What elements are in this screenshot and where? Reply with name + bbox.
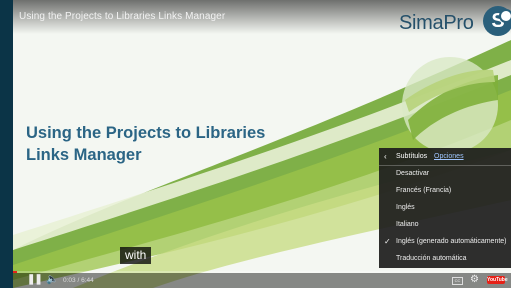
youtube-logo-button[interactable]: YouTube [487,276,508,284]
caption-text: with [120,247,152,264]
subtitle-option-label: Italiano [396,221,419,228]
subtitles-icon[interactable]: CC [452,277,463,285]
video-player-frame: Using the Projects to Libraries Links Ma… [0,0,511,288]
subtitle-option[interactable]: Traducción automática [379,251,511,267]
subtitle-option[interactable]: Francés (Francia) [379,183,511,199]
subtitle-option-label: Traducción automática [396,255,467,262]
subtitles-menu: ‹ Subtítulos Opciones Desactivar Francés… [379,148,511,268]
subtitles-menu-title[interactable]: Subtítulos [396,153,427,160]
slide-title-line-2: Links Manager [26,146,142,164]
time-display: 0:03 / 6:44 [63,277,94,284]
logo-gear-icon [499,9,511,23]
subtitle-option[interactable]: Desactivar [379,166,511,182]
subtitle-option-label: Inglés [396,204,415,211]
chevron-left-icon[interactable]: ‹ [384,152,387,161]
slide-title: Using the Projects to Libraries Links Ma… [26,122,316,166]
gear-icon[interactable]: ⚙ [470,274,479,285]
simapro-logo-text: SimaPro [399,12,474,34]
subtitle-option-selected[interactable]: ✓ Inglés (generado automáticamente) [379,234,511,250]
subtitle-option-label: Inglés (generado automáticamente) [396,238,507,245]
video-title[interactable]: Using the Projects to Libraries Links Ma… [19,11,225,22]
subtitles-options-link[interactable]: Opciones [434,153,464,160]
subtitle-option-label: Desactivar [396,170,430,177]
subtitle-option[interactable]: Inglés [379,200,511,216]
subtitle-option[interactable]: Italiano [379,217,511,233]
check-icon: ✓ [384,237,391,246]
pause-icon[interactable]: ❚❚ [27,274,43,285]
player-controls: ❚❚ 🔈 0:03 / 6:44 CC ⚙ YouTube ⛶ [13,273,511,288]
video-area[interactable]: Using the Projects to Libraries Links Ma… [13,0,511,288]
slide-title-line-1: Using the Projects to Libraries [26,124,266,142]
subtitles-menu-header: ‹ Subtítulos Opciones [379,148,511,166]
subtitle-option-label: Francés (Francia) [396,187,452,194]
volume-icon[interactable]: 🔈 [46,274,58,285]
